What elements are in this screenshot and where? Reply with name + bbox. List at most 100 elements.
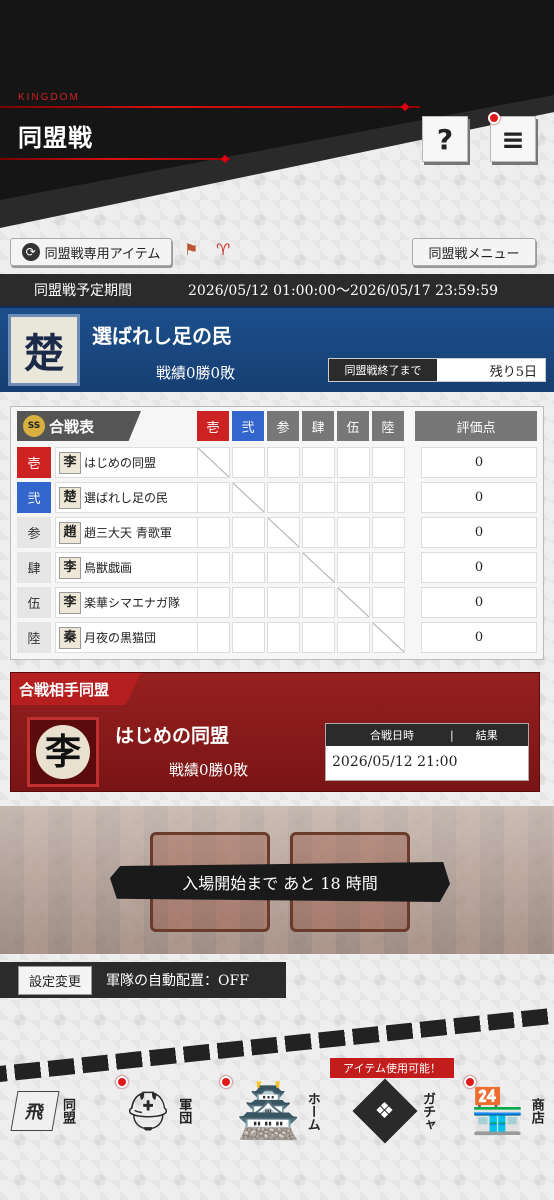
- nav-army[interactable]: ⛑ 軍団: [124, 1076, 193, 1146]
- row-emblem: 秦: [59, 626, 81, 649]
- row-number: 伍: [17, 587, 51, 618]
- row-number: 陸: [17, 622, 51, 653]
- refresh-icon: ⟳: [21, 243, 40, 261]
- table-cell-self: [372, 622, 405, 653]
- table-cell: [267, 622, 300, 653]
- period-range: 2026/05/12 01:00:00〜2026/05/17 23:59:59: [188, 283, 499, 299]
- opponent-heading: 合戦相手同盟: [11, 673, 141, 705]
- alliance-menu-button[interactable]: 同盟戦メニュー: [412, 238, 536, 266]
- battle-table: SS 合戦表 壱 弐 参 肆 伍 陸 評価点 壱李はじめの同盟 0 弐楚選ばれし足の…: [10, 406, 544, 660]
- table-cell: [337, 482, 370, 513]
- brand-label: KINGDOM: [18, 92, 80, 103]
- table-cell: [302, 447, 335, 478]
- nav-label: 商店: [528, 1098, 544, 1124]
- row-alliance-name: 鳥獣戯画: [84, 561, 133, 575]
- battle-table-title-tab: SS 合戦表: [17, 411, 141, 441]
- banner-flag-icon[interactable]: ⚑: [184, 240, 204, 260]
- remaining-value: 残り5日: [489, 364, 537, 380]
- table-cell: [197, 482, 230, 513]
- row-emblem: 李: [59, 591, 81, 614]
- row-alliance-name: はじめの同盟: [84, 456, 157, 470]
- row-alliance[interactable]: 楚選ばれし足の民: [55, 482, 199, 513]
- row-alliance-name: 選ばれし足の民: [84, 491, 169, 505]
- hamburger-icon: ≡: [501, 122, 525, 156]
- shop-icon: 🏪: [470, 1086, 525, 1137]
- row-score: 0: [421, 552, 537, 583]
- opponent-name: はじめの同盟: [115, 725, 230, 747]
- col-header: 伍: [337, 411, 369, 441]
- help-button[interactable]: ?: [422, 116, 468, 162]
- row-alliance[interactable]: 李はじめの同盟: [55, 447, 199, 478]
- item-available-notice: アイテム使用可能！: [330, 1058, 454, 1078]
- ss-badge: SS: [23, 415, 45, 437]
- flag-icon: 飛: [10, 1091, 60, 1131]
- nav-gacha[interactable]: ❖ ガチャ: [352, 1076, 437, 1146]
- row-number: 肆: [17, 552, 51, 583]
- table-cell: [267, 587, 300, 618]
- table-cell-self: [267, 517, 300, 548]
- table-cell: [372, 552, 405, 583]
- table-cell: [232, 517, 265, 548]
- result-label: 結果: [475, 729, 498, 742]
- row-alliance[interactable]: 秦月夜の黒猫団: [55, 622, 199, 653]
- row-number: 参: [17, 517, 51, 548]
- table-cell: [337, 622, 370, 653]
- row-alliance[interactable]: 趙趙三大天 青歌軍: [55, 517, 199, 548]
- page-title: 同盟戦: [18, 123, 93, 152]
- remaining-time-box: 同盟戦終了まで 残り5日: [328, 358, 546, 382]
- table-cell-self: [232, 482, 265, 513]
- nav-label: 軍団: [176, 1098, 192, 1124]
- nav-label: ガチャ: [420, 1091, 435, 1131]
- nav-home[interactable]: 🏯 ホーム: [236, 1076, 322, 1146]
- row-score: 0: [421, 517, 537, 548]
- row-alliance-name: 楽華シマエナガ隊: [84, 596, 181, 610]
- nav-alliance[interactable]: 飛 同盟: [10, 1076, 77, 1146]
- table-cell: [232, 587, 265, 618]
- opponent-record: 戦績0勝0敗: [169, 761, 249, 779]
- battle-table-title: 合戦表: [49, 417, 95, 436]
- remaining-label: 同盟戦終了まで: [329, 359, 437, 381]
- datetime-label: 合戦日時: [370, 729, 414, 742]
- my-alliance-panel: 楚 選ばれし足の民 戦績0勝0敗 同盟戦終了まで 残り5日: [0, 306, 554, 392]
- settings-change-button[interactable]: 設定変更: [18, 965, 93, 995]
- table-cell: [372, 482, 405, 513]
- alliance-record: 戦績0勝0敗: [156, 364, 236, 382]
- table-cell: [267, 482, 300, 513]
- entry-countdown-banner: 入場開始まで あと 18 時間: [110, 862, 450, 902]
- row-alliance[interactable]: 李鳥獣戯画: [55, 552, 199, 583]
- row-alliance-name: 月夜の黒猫団: [84, 631, 157, 645]
- period-label: 同盟戦予定期間: [34, 283, 132, 299]
- row-alliance[interactable]: 李楽華シマエナガ隊: [55, 587, 199, 618]
- table-cell: [337, 447, 370, 478]
- table-cell: [197, 517, 230, 548]
- pin-icon[interactable]: ♈: [216, 240, 236, 260]
- table-cell: [372, 447, 405, 478]
- table-cell-self: [302, 552, 335, 583]
- auto-deploy-status: 軍隊の自動配置：OFF: [106, 973, 249, 989]
- alliance-name: 選ばれし足の民: [92, 324, 232, 348]
- opponent-emblem: 李: [27, 717, 99, 787]
- table-cell: [197, 552, 230, 583]
- nav-shop[interactable]: 🏪 商店: [470, 1076, 546, 1146]
- table-cell: [372, 517, 405, 548]
- row-score: 0: [421, 482, 537, 513]
- row-alliance-name: 趙三大天 青歌軍: [84, 526, 172, 540]
- row-number: 弐: [17, 482, 51, 513]
- battle-schedule: 合戦日時 | 結果 2026/05/12 21:00: [325, 723, 529, 781]
- header-red-line-2: [0, 158, 230, 160]
- alliance-items-label: 同盟戦専用アイテム: [44, 246, 161, 262]
- table-cell: [302, 587, 335, 618]
- period-bar: 同盟戦予定期間 2026/05/12 01:00:00〜2026/05/17 2…: [0, 274, 554, 306]
- table-cell: [337, 552, 370, 583]
- col-header: 壱: [197, 411, 229, 441]
- castle-icon: 🏯: [236, 1081, 301, 1142]
- row-emblem: 楚: [59, 486, 81, 509]
- alliance-emblem: 楚: [8, 314, 80, 386]
- table-cell: [302, 622, 335, 653]
- row-emblem: 李: [59, 556, 81, 579]
- table-cell: [337, 517, 370, 548]
- table-cell: [232, 552, 265, 583]
- alliance-menu-label: 同盟戦メニュー: [428, 246, 520, 262]
- alliance-items-button[interactable]: ⟳ 同盟戦専用アイテム: [10, 238, 172, 266]
- helmet-icon: ⛑: [124, 1088, 173, 1133]
